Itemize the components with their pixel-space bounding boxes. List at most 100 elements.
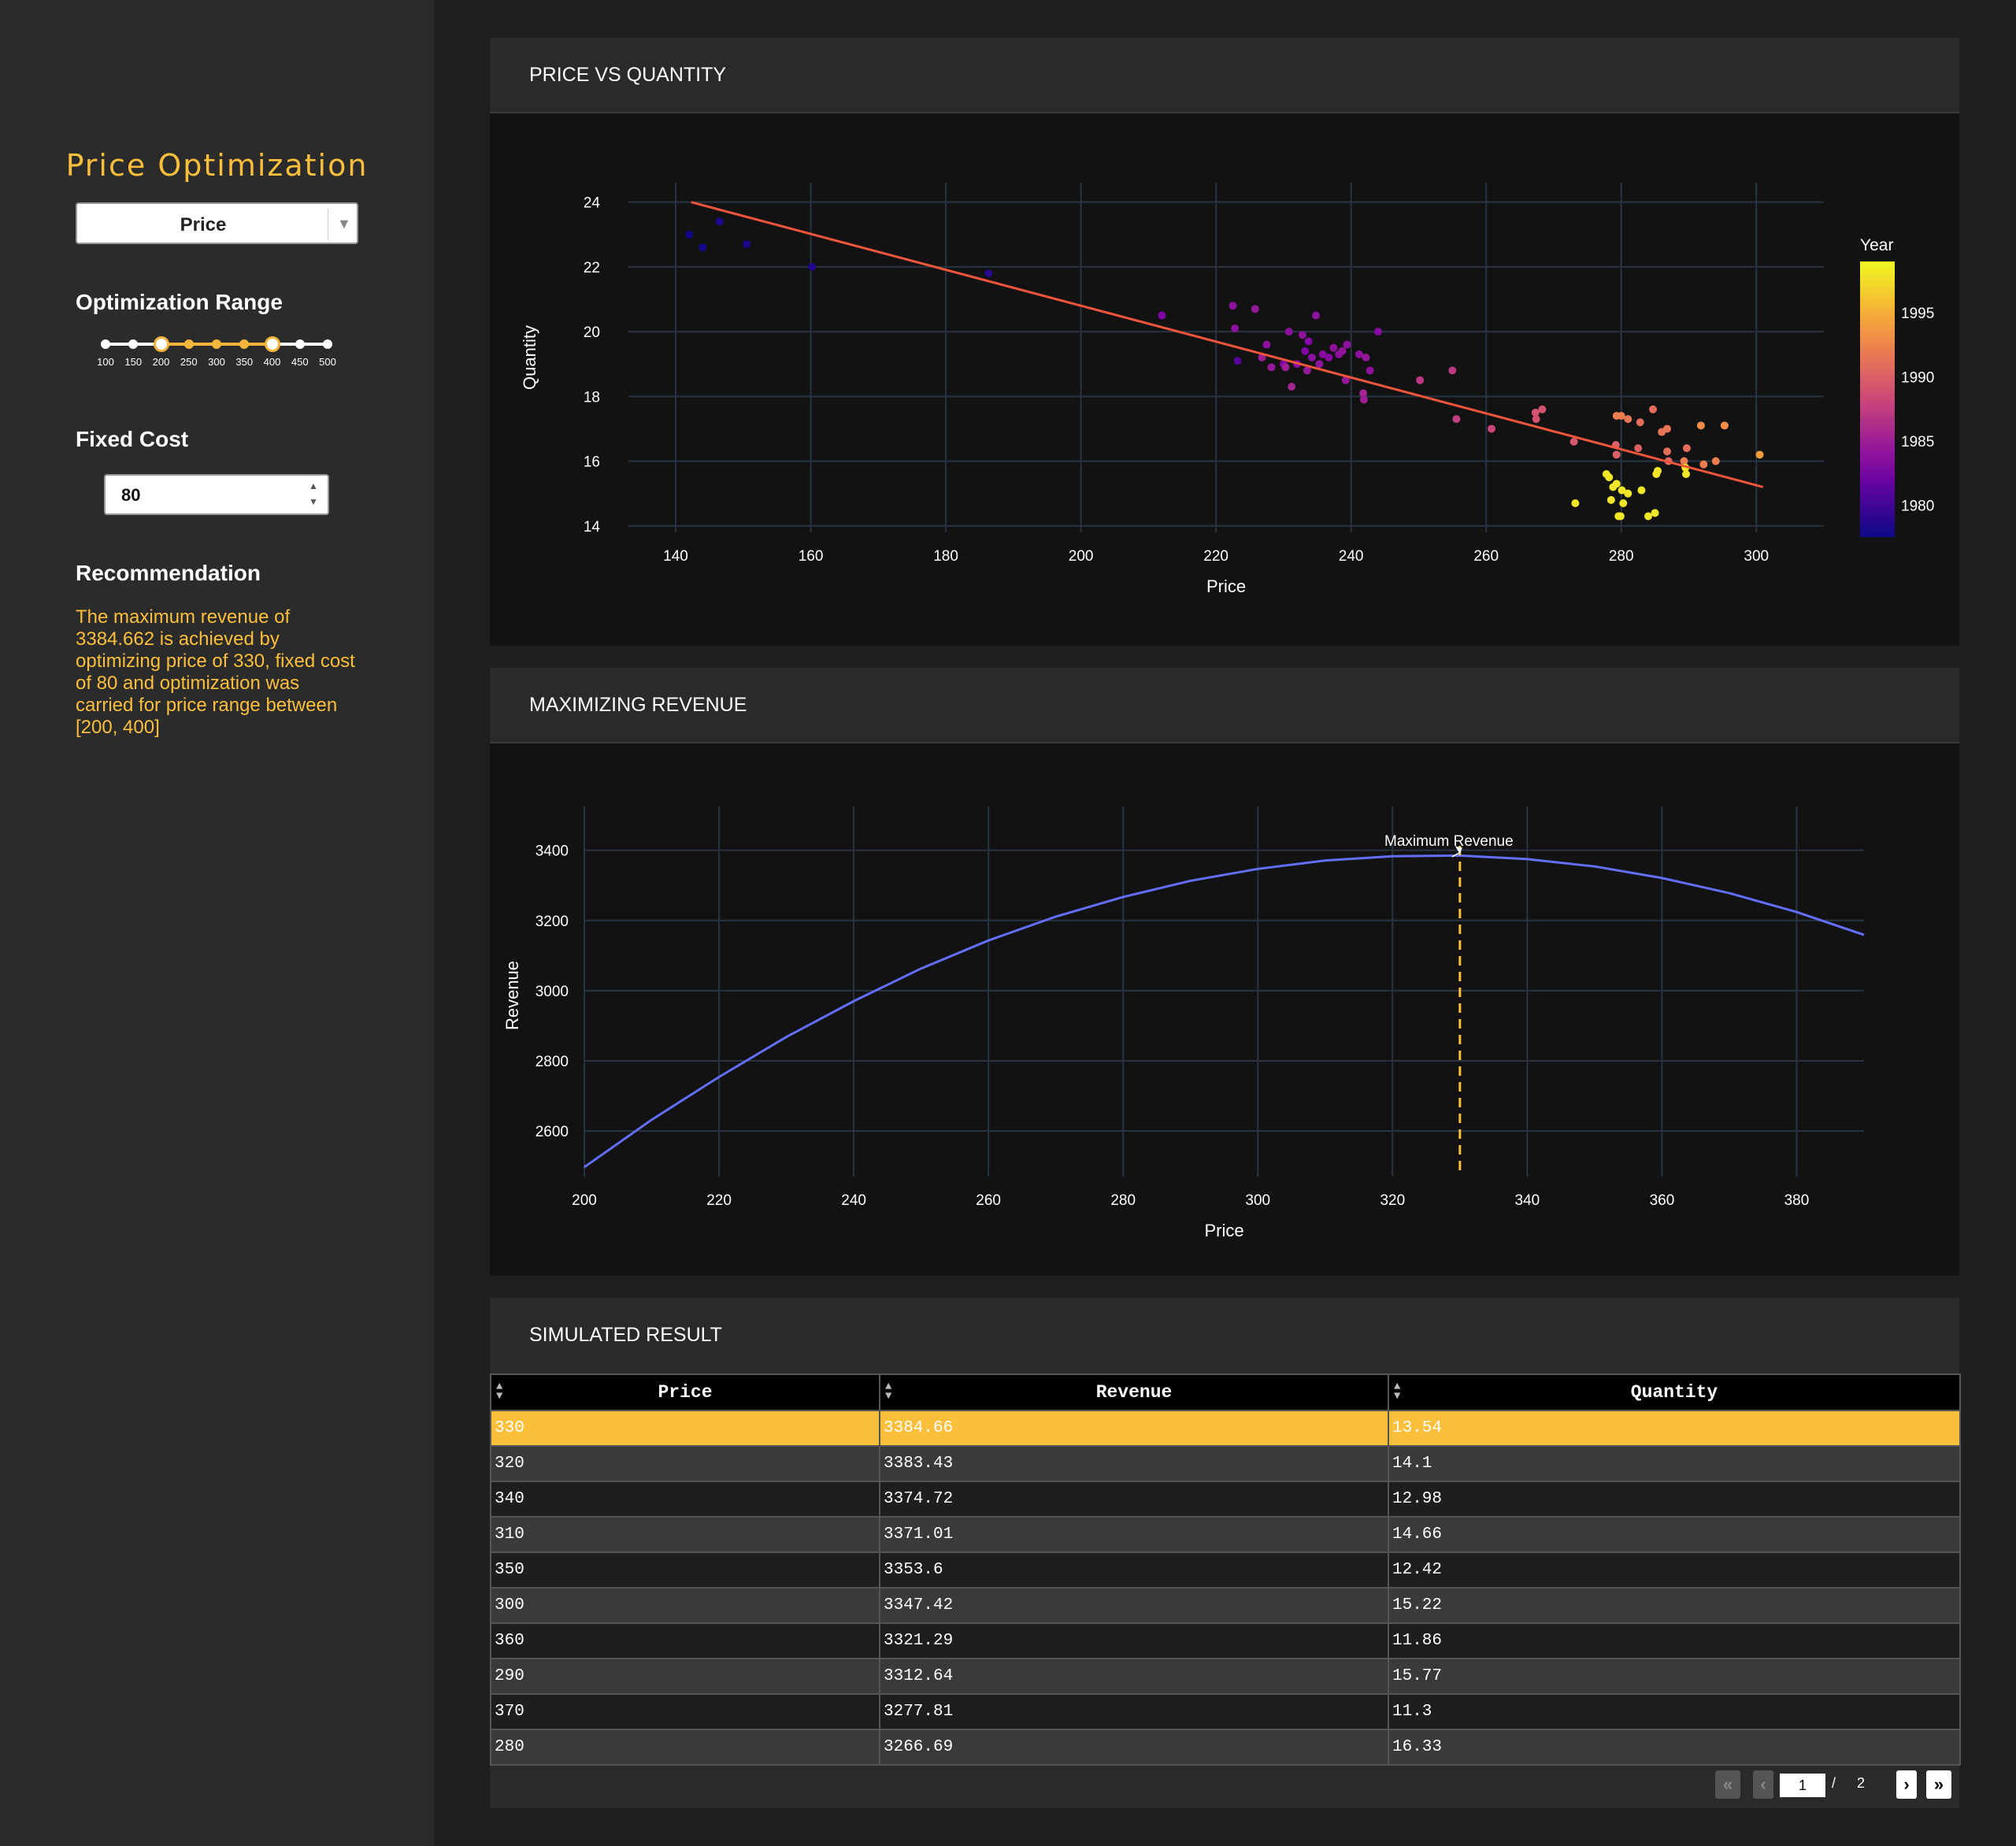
scatter-point bbox=[1571, 499, 1580, 507]
sort-icon[interactable]: ▲ ▼ bbox=[496, 1381, 502, 1402]
table-row[interactable]: 370 3277.81 11.3 bbox=[490, 1693, 1961, 1730]
table-cell: 3277.81 bbox=[879, 1693, 1389, 1730]
x-tick-label: 200 bbox=[572, 1192, 597, 1209]
table-cell: 280 bbox=[490, 1729, 880, 1766]
x-tick-label: 200 bbox=[1069, 548, 1094, 565]
x-axis-title: Price bbox=[1204, 1221, 1243, 1240]
column-header-revenue[interactable]: ▲ ▼ Revenue bbox=[879, 1373, 1389, 1411]
scatter-point bbox=[1569, 437, 1578, 446]
trend-line bbox=[691, 201, 1764, 488]
page-number-input[interactable]: 1 bbox=[1780, 1774, 1825, 1797]
y-tick-label: 3000 bbox=[536, 984, 569, 1000]
scatter-point bbox=[1158, 311, 1166, 320]
y-axis-title: Revenue bbox=[502, 961, 522, 1030]
previous-page-button[interactable]: ‹ bbox=[1753, 1770, 1773, 1799]
first-page-button[interactable]: « bbox=[1715, 1770, 1740, 1799]
slider-mark-dot bbox=[212, 339, 221, 349]
table-cell: 3384.66 bbox=[879, 1410, 1389, 1447]
table-row[interactable]: 310 3371.01 14.66 bbox=[490, 1516, 1961, 1553]
variable-dropdown[interactable]: Price ▼ bbox=[76, 202, 358, 244]
slider-mark-label: 250 bbox=[180, 356, 198, 368]
range-start-handle[interactable] bbox=[153, 336, 169, 352]
scatter-point bbox=[1488, 424, 1496, 433]
scatter-point bbox=[1651, 509, 1659, 517]
y-tick-label: 24 bbox=[584, 195, 601, 212]
table-cell: 300 bbox=[490, 1587, 880, 1624]
scatter-point bbox=[1233, 357, 1242, 365]
table-row[interactable]: 320 3383.43 14.1 bbox=[490, 1445, 1961, 1482]
x-tick-label: 220 bbox=[1203, 548, 1228, 565]
scatter-point bbox=[1366, 366, 1374, 375]
table-row[interactable]: 360 3321.29 11.86 bbox=[490, 1622, 1961, 1659]
scatter-point bbox=[1606, 495, 1615, 504]
next-page-button[interactable]: › bbox=[1896, 1770, 1917, 1799]
last-page-button[interactable]: » bbox=[1926, 1770, 1951, 1799]
scatter-point bbox=[1720, 421, 1729, 430]
scatter-point bbox=[1612, 450, 1621, 459]
table-cell: 360 bbox=[490, 1622, 880, 1659]
fixed-cost-input[interactable]: 80 ▲ ▼ bbox=[104, 474, 329, 515]
table-row[interactable]: 350 3353.6 12.42 bbox=[490, 1551, 1961, 1588]
scatter-point bbox=[1448, 366, 1457, 375]
price-quantity-scatter-chart[interactable]: 140 160 180 200 220 240 260 280 300 14 16 18 20 22 24 P… bbox=[490, 113, 1959, 646]
scatter-point bbox=[1663, 447, 1672, 456]
slider-mark-dot bbox=[128, 339, 139, 349]
scatter-point bbox=[1312, 311, 1321, 320]
table-cell: 3383.43 bbox=[879, 1445, 1389, 1482]
colorbar-tick-label: 1980 bbox=[1901, 498, 1934, 514]
sort-icon[interactable]: ▲ ▼ bbox=[885, 1381, 891, 1402]
increment-arrow-icon[interactable]: ▲ bbox=[309, 480, 318, 491]
table-cell: 11.86 bbox=[1388, 1622, 1961, 1659]
scatter-point bbox=[1755, 450, 1764, 459]
table-cell: 3371.01 bbox=[879, 1516, 1389, 1553]
scatter-point bbox=[1262, 340, 1271, 349]
x-tick-label: 240 bbox=[841, 1192, 866, 1209]
scatter-point bbox=[808, 262, 817, 271]
x-tick-label: 140 bbox=[663, 548, 688, 565]
table-row[interactable]: 300 3347.42 15.22 bbox=[490, 1587, 1961, 1624]
x-tick-label: 180 bbox=[933, 548, 958, 565]
scatter-point bbox=[1362, 354, 1370, 361]
pagination: « ‹ 1 / 2 › » bbox=[1715, 1770, 1951, 1799]
recommendation-heading: Recommendation bbox=[76, 561, 261, 585]
scatter-point bbox=[1304, 337, 1313, 346]
table-cell: 3353.6 bbox=[879, 1551, 1389, 1588]
scatter-point bbox=[1281, 363, 1290, 372]
scatter-point bbox=[1616, 512, 1625, 521]
range-end-handle[interactable] bbox=[264, 336, 280, 352]
panel-header: PRICE VS QUANTITY bbox=[490, 38, 1959, 113]
table-row[interactable]: 280 3266.69 16.33 bbox=[490, 1729, 1961, 1766]
table-cell: 330 bbox=[490, 1410, 880, 1447]
table-cell: 3374.72 bbox=[879, 1481, 1389, 1518]
colorbar-title: Year bbox=[1860, 236, 1893, 254]
revenue-line bbox=[584, 854, 1865, 1169]
maximizing-revenue-panel: MAXIMIZING REVENUE 200 220 240 260 280 300 320… bbox=[490, 668, 1959, 1276]
chevron-down-icon[interactable]: ▼ bbox=[337, 216, 351, 232]
decrement-arrow-icon[interactable]: ▼ bbox=[309, 496, 318, 507]
slider-mark-dot bbox=[323, 339, 332, 349]
scatter-point bbox=[1617, 412, 1625, 420]
column-header-price[interactable]: ▲ ▼ Price bbox=[490, 1373, 880, 1411]
sort-icon[interactable]: ▲ ▼ bbox=[1394, 1381, 1400, 1402]
table-row[interactable]: 330 3384.66 13.54 bbox=[490, 1410, 1961, 1447]
table-cell: 3321.29 bbox=[879, 1622, 1389, 1659]
scatter-point bbox=[1231, 324, 1240, 332]
x-tick-label: 360 bbox=[1650, 1192, 1675, 1209]
scatter-point bbox=[1307, 354, 1316, 361]
y-axis-title: Quantity bbox=[520, 325, 539, 390]
column-header-quantity[interactable]: ▲ ▼ Quantity bbox=[1388, 1373, 1961, 1411]
x-tick-label: 260 bbox=[1473, 548, 1499, 565]
column-header-label: Revenue bbox=[1095, 1382, 1173, 1403]
x-tick-label: 280 bbox=[1110, 1192, 1136, 1209]
recommendation-text: The maximum revenue of 3384.662 is achie… bbox=[76, 606, 355, 738]
table-cell: 12.98 bbox=[1388, 1481, 1961, 1518]
scatter-point bbox=[1538, 405, 1547, 413]
x-tick-label: 220 bbox=[706, 1192, 732, 1209]
revenue-line-chart[interactable]: 200 220 240 260 280 300 320 340 360 380 2600 2800 30… bbox=[490, 743, 1959, 1276]
scatter-point bbox=[1624, 489, 1632, 498]
optimization-range-slider[interactable]: 100 150 200 250 300 350 400 450 500 bbox=[94, 331, 339, 378]
table-row[interactable]: 290 3312.64 15.77 bbox=[490, 1658, 1961, 1695]
table-row[interactable]: 340 3374.72 12.98 bbox=[490, 1481, 1961, 1518]
panel-title: MAXIMIZING REVENUE bbox=[529, 694, 747, 716]
scatter-point bbox=[1284, 328, 1293, 336]
